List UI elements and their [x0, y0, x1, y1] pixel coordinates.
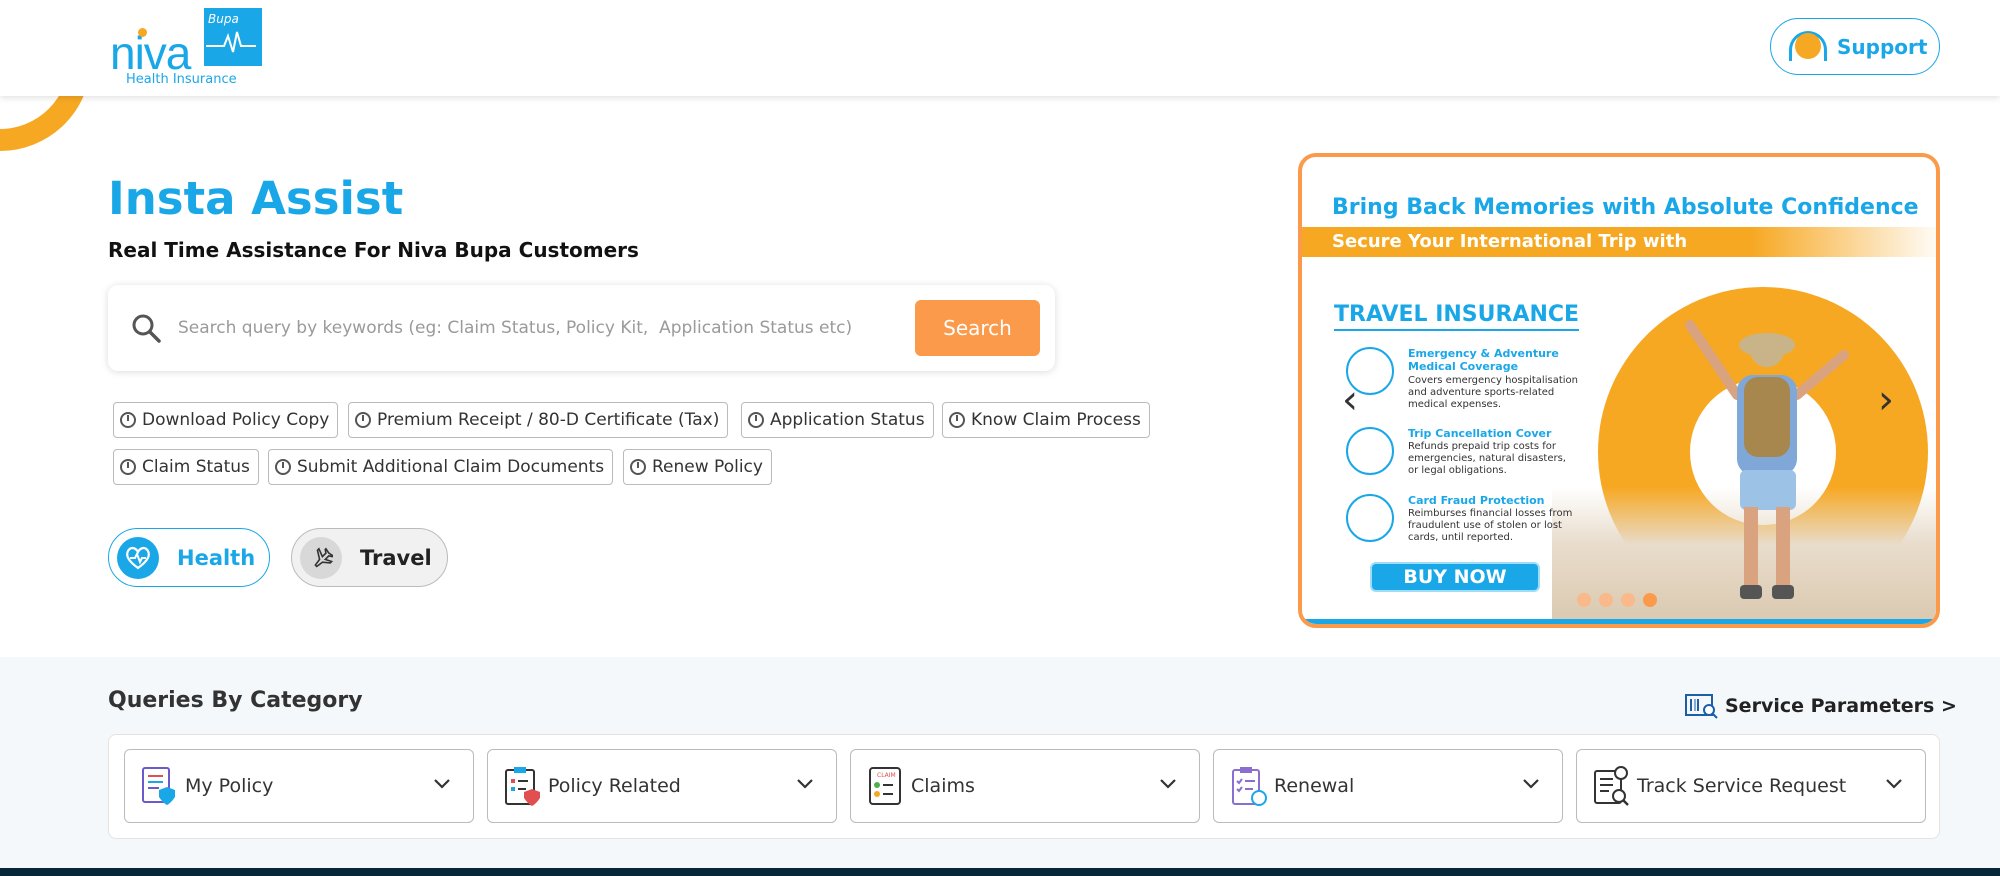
- category-track-service-request[interactable]: Track Service Request: [1576, 749, 1926, 823]
- banner-feature-title: Emergency & Adventure Medical Coverage: [1408, 347, 1559, 373]
- plane-cancel-icon: [1346, 427, 1394, 475]
- support-button[interactable]: Support: [1770, 18, 1940, 75]
- quick-link-submit-claim-documents[interactable]: Submit Additional Claim Documents: [268, 449, 614, 485]
- support-label: Support: [1837, 34, 1928, 59]
- category-renewal[interactable]: Renewal: [1213, 749, 1563, 823]
- banner-feature-title: Card Fraud Protection: [1408, 494, 1545, 507]
- logo-tagline: Health Insurance: [126, 72, 237, 87]
- toggle-health[interactable]: Health: [108, 528, 270, 587]
- heart-pulse-icon: [117, 536, 159, 579]
- quick-link-label: Premium Receipt / 80-D Certificate (Tax): [377, 410, 720, 430]
- clock-icon: [748, 412, 764, 428]
- carousel-dot[interactable]: [1621, 593, 1635, 607]
- toggle-travel[interactable]: Travel: [291, 528, 448, 587]
- category-my-policy[interactable]: My Policy: [124, 749, 474, 823]
- quick-link-application-status[interactable]: Application Status: [741, 402, 934, 438]
- page-title: Insta Assist: [108, 172, 404, 225]
- traveler-illustration: [1685, 320, 1849, 599]
- quick-link-renew-policy[interactable]: Renew Policy: [623, 449, 772, 485]
- chevron-down-icon: [1523, 779, 1539, 789]
- clipboard-shield-icon: [505, 767, 540, 806]
- clock-icon: [120, 459, 136, 475]
- quick-link-label: Application Status: [770, 410, 925, 430]
- banner-feature-desc: Covers emergency hospitalisation and adv…: [1408, 375, 1578, 410]
- quick-link-label: Renew Policy: [652, 457, 763, 477]
- banner-headline: Bring Back Memories with Absolute Confid…: [1332, 195, 1919, 220]
- chevron-down-icon: [797, 779, 813, 789]
- promo-banner-carousel[interactable]: Bring Back Memories with Absolute Confid…: [1298, 153, 1940, 628]
- logo-dot: [138, 28, 147, 37]
- chevron-down-icon: [434, 779, 450, 789]
- clock-icon: [355, 412, 371, 428]
- carousel-prev-icon[interactable]: ‹: [1342, 377, 1358, 423]
- barcode-search-icon: [1685, 694, 1718, 719]
- quick-link-label: Know Claim Process: [971, 410, 1141, 430]
- categories-row: My Policy Policy Related CLAIM Claims Re…: [108, 734, 1940, 839]
- quick-link-download-policy-copy[interactable]: Download Policy Copy: [113, 402, 339, 438]
- carousel-next-icon[interactable]: ›: [1878, 377, 1894, 423]
- chevron-down-icon: [1886, 779, 1902, 789]
- policy-document-icon: [142, 767, 175, 805]
- search-input[interactable]: [178, 309, 898, 347]
- banner-subheadline: Secure Your International Trip with: [1332, 231, 1688, 252]
- chevron-down-icon: [1160, 779, 1176, 789]
- banner-feature-desc: Reimburses financial losses from fraudul…: [1408, 508, 1573, 543]
- category-label: Renewal: [1274, 775, 1355, 797]
- service-parameters-link[interactable]: Service Parameters >: [1685, 693, 1957, 719]
- quick-link-know-claim-process[interactable]: Know Claim Process: [942, 402, 1150, 438]
- quick-link-claim-status[interactable]: Claim Status: [113, 449, 259, 485]
- carousel-dot[interactable]: [1599, 593, 1613, 607]
- airplane-icon: [300, 536, 342, 579]
- credit-card-icon: [1346, 494, 1394, 542]
- renewal-checklist-icon: [1232, 767, 1267, 806]
- headset-chat-icon: [1787, 30, 1827, 63]
- carousel-dots: [1577, 593, 1657, 607]
- clock-icon: [120, 412, 136, 428]
- svg-text:CLAIM: CLAIM: [877, 772, 896, 779]
- search-bar: Search: [108, 285, 1055, 371]
- banner-feature-title: Trip Cancellation Cover: [1408, 427, 1552, 440]
- category-label: Policy Related: [548, 775, 681, 797]
- category-claims[interactable]: CLAIM Claims: [850, 749, 1200, 823]
- carousel-dot[interactable]: [1577, 593, 1591, 607]
- clock-icon: [275, 459, 291, 475]
- quick-link-premium-receipt[interactable]: Premium Receipt / 80-D Certificate (Tax): [348, 402, 729, 438]
- logo-bupa-box: Bupa: [204, 8, 262, 66]
- search-icon: [132, 314, 161, 343]
- category-label: Track Service Request: [1637, 775, 1847, 797]
- quick-link-label: Download Policy Copy: [142, 410, 330, 430]
- logo-partner: Bupa: [208, 12, 239, 26]
- categories-title: Queries By Category: [108, 688, 363, 713]
- clock-icon: [949, 412, 965, 428]
- category-label: My Policy: [185, 775, 274, 797]
- category-policy-related[interactable]: Policy Related: [487, 749, 837, 823]
- banner-bottom-line: [1302, 619, 1936, 624]
- page-subtitle: Real Time Assistance For Niva Bupa Custo…: [108, 238, 639, 262]
- clock-icon: [630, 459, 646, 475]
- carousel-dot-active[interactable]: [1643, 593, 1657, 607]
- quick-link-label: Claim Status: [142, 457, 250, 477]
- niva-bupa-logo[interactable]: niva Bupa Health Insurance: [108, 8, 268, 90]
- category-label: Claims: [911, 775, 975, 797]
- toggle-health-label: Health: [177, 545, 256, 570]
- banner-product: TRAVEL INSURANCE: [1334, 302, 1580, 331]
- footer-bar: [0, 868, 2000, 876]
- track-request-icon: [1594, 766, 1629, 806]
- buy-now-button[interactable]: BUY NOW: [1370, 562, 1540, 592]
- toggle-travel-label: Travel: [360, 545, 432, 570]
- pulse-line-icon: [206, 31, 256, 53]
- site-header: niva Bupa Health Insurance Support: [0, 0, 2000, 96]
- quick-link-label: Submit Additional Claim Documents: [297, 457, 605, 477]
- service-parameters-label: Service Parameters >: [1725, 695, 1957, 717]
- banner-feature-desc: Refunds prepaid trip costs for emergenci…: [1408, 441, 1566, 476]
- search-button[interactable]: Search: [915, 300, 1040, 356]
- claim-form-icon: CLAIM: [869, 767, 901, 805]
